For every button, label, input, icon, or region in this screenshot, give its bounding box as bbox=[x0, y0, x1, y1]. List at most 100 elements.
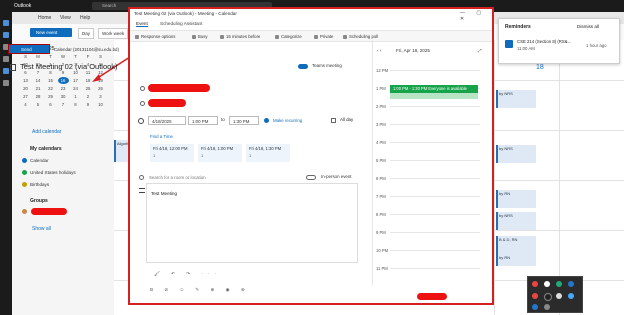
onedrive-icon[interactable] bbox=[3, 68, 9, 74]
minical-day[interactable]: 23 bbox=[58, 85, 69, 92]
minical-day[interactable]: 2 bbox=[83, 93, 94, 100]
reminder-item-name[interactable]: CSE 214 (Section 8) (RS&... bbox=[517, 39, 587, 44]
location-input[interactable]: Search for a room or location bbox=[149, 175, 206, 180]
end-time-field[interactable]: 1:30 PM bbox=[229, 116, 259, 125]
suggested-time-slot[interactable]: Fri 4/18, 12:00 PM 1 bbox=[150, 144, 194, 162]
availability-band bbox=[390, 93, 478, 99]
minical-day[interactable]: 26 bbox=[95, 85, 106, 92]
add-calendar-link[interactable]: Add calendar bbox=[32, 129, 61, 135]
calendar-item[interactable]: Birthdays bbox=[22, 182, 49, 188]
new-event-button[interactable]: New event bbox=[30, 28, 72, 37]
calendar-item[interactable]: United States holidays bbox=[22, 170, 76, 176]
work-week-button[interactable]: Work week bbox=[98, 28, 129, 39]
tab-help[interactable]: Help bbox=[80, 15, 90, 21]
format-toolbar-bottom[interactable]: B ⊘ ☺ ✎ ⊕ ◉ ⊛ bbox=[150, 287, 250, 293]
groups-heading[interactable]: Groups bbox=[30, 198, 48, 204]
body-text[interactable]: Test Meeting bbox=[151, 191, 177, 196]
dismiss-all-button[interactable]: Dismiss all bbox=[577, 24, 599, 29]
minical-day[interactable]: 21 bbox=[33, 85, 44, 92]
calendar-event[interactable]: B & D, RN bbox=[496, 236, 536, 254]
tab-scheduling-assistant[interactable]: Scheduling Assistant bbox=[160, 21, 202, 26]
calendar-event[interactable]: by RN bbox=[496, 190, 536, 208]
calendar-item[interactable]: Calendar bbox=[22, 158, 49, 164]
calendar-event[interactable]: by NRS bbox=[496, 90, 536, 108]
calendar-event[interactable]: by NRS bbox=[496, 212, 536, 230]
day-nav-arrows[interactable]: ‹ › bbox=[377, 48, 381, 53]
proposed-meeting-block[interactable]: 1:00 PM - 1:30 PM Everyone is available bbox=[390, 85, 478, 93]
make-recurring-button[interactable]: Make recurring bbox=[273, 118, 302, 123]
tray-app-icon[interactable] bbox=[556, 293, 562, 299]
minical-day[interactable]: 17 bbox=[70, 77, 81, 84]
minical-day[interactable]: 22 bbox=[45, 85, 56, 92]
hour-line bbox=[390, 160, 480, 161]
tray-app-icon[interactable] bbox=[568, 281, 574, 287]
private-button[interactable]: Private bbox=[314, 34, 333, 39]
minical-day[interactable]: 5 bbox=[33, 101, 44, 108]
reminder-dropdown[interactable]: 15 minutes before bbox=[220, 34, 260, 39]
all-day-checkbox[interactable] bbox=[331, 118, 336, 123]
tray-app-icon[interactable] bbox=[532, 304, 538, 310]
reminder-item-time: 11:00 AM bbox=[517, 46, 535, 51]
tab-view[interactable]: View bbox=[60, 15, 71, 21]
minical-day[interactable]: 28 bbox=[33, 93, 44, 100]
minical-day[interactable]: 9 bbox=[83, 101, 94, 108]
calendar-event[interactable]: by NRS bbox=[496, 145, 536, 163]
expand-icon[interactable]: ⤢ bbox=[478, 48, 482, 53]
minical-day[interactable]: 24 bbox=[70, 85, 81, 92]
body-editor[interactable] bbox=[146, 183, 358, 263]
from-calendar[interactable]: Calendar (20131104@su.edu.bd) bbox=[54, 47, 119, 52]
response-options-button[interactable]: Response options bbox=[135, 34, 175, 39]
slot-attendees: 1 bbox=[201, 153, 204, 158]
minical-day[interactable]: 3 bbox=[95, 93, 106, 100]
subject-field[interactable]: Test Meeting 02 (via Outlook) bbox=[20, 62, 118, 71]
send-button[interactable]: Send bbox=[8, 44, 50, 54]
minical-week-row: 20 21 22 23 24 25 26 bbox=[20, 85, 110, 93]
minical-day[interactable]: 8 bbox=[70, 101, 81, 108]
suggested-time-slot[interactable]: Fri 4/18, 1:30 PM 1 bbox=[246, 144, 290, 162]
minical-day[interactable]: 4 bbox=[20, 101, 31, 108]
tray-app-icon[interactable] bbox=[532, 293, 538, 299]
minical-day[interactable]: 29 bbox=[45, 93, 56, 100]
tray-app-icon[interactable] bbox=[544, 281, 550, 287]
tray-app-icon[interactable] bbox=[532, 281, 538, 287]
in-person-toggle[interactable] bbox=[306, 175, 316, 180]
calendar-event[interactable]: Algorit bbox=[114, 140, 128, 162]
tray-app-icon[interactable] bbox=[556, 281, 562, 287]
attach-icon[interactable] bbox=[3, 56, 9, 62]
minical-day[interactable]: 10 bbox=[95, 101, 106, 108]
minical-day[interactable]: 14 bbox=[33, 77, 44, 84]
minical-day[interactable]: 20 bbox=[20, 85, 31, 92]
minical-day[interactable]: 1 bbox=[70, 93, 81, 100]
tray-app-icon[interactable] bbox=[544, 293, 552, 301]
day-view-date: Fri, Apr 18, 2025 bbox=[396, 48, 430, 53]
busy-dropdown[interactable]: Busy bbox=[192, 34, 208, 39]
minical-day[interactable]: 16 bbox=[57, 77, 69, 84]
calendar-event[interactable]: by RN bbox=[496, 254, 536, 266]
tray-app-icon[interactable] bbox=[544, 304, 550, 310]
minical-day[interactable]: 13 bbox=[20, 77, 31, 84]
tab-home[interactable]: Home bbox=[38, 15, 51, 21]
start-date-field[interactable]: 4/18/2025 bbox=[148, 116, 186, 125]
teams-meeting-toggle[interactable] bbox=[298, 64, 308, 69]
minical-day[interactable]: 15 bbox=[45, 77, 56, 84]
show-all-link[interactable]: Show all bbox=[32, 226, 51, 232]
minical-day[interactable]: 6 bbox=[45, 101, 56, 108]
tray-app-icon[interactable] bbox=[568, 293, 574, 299]
start-time-field[interactable]: 1:00 PM bbox=[188, 116, 218, 125]
my-calendars-heading[interactable]: My calendars bbox=[30, 146, 62, 152]
minical-day[interactable]: 30 bbox=[58, 93, 69, 100]
categorize-dropdown[interactable]: Categorize bbox=[275, 34, 302, 39]
scheduling-poll-button[interactable]: Scheduling poll bbox=[343, 34, 378, 39]
calendar-icon[interactable] bbox=[3, 32, 9, 38]
system-tray-overflow bbox=[527, 276, 583, 313]
minical-day[interactable]: 27 bbox=[20, 93, 31, 100]
day-view-button[interactable]: Day bbox=[78, 28, 95, 39]
minical-day[interactable]: 7 bbox=[58, 101, 69, 108]
minical-day[interactable]: 25 bbox=[83, 85, 94, 92]
apps-icon[interactable] bbox=[3, 80, 9, 86]
tab-event[interactable]: Event bbox=[136, 21, 148, 27]
mail-icon[interactable] bbox=[3, 20, 9, 26]
suggested-time-slot[interactable]: Fri 4/18, 1:00 PM 1 bbox=[198, 144, 242, 162]
format-toolbar-top[interactable]: 🖌 ↶ ↷ ··· bbox=[154, 271, 221, 277]
find-a-time-link[interactable]: Find a Time bbox=[150, 134, 173, 139]
